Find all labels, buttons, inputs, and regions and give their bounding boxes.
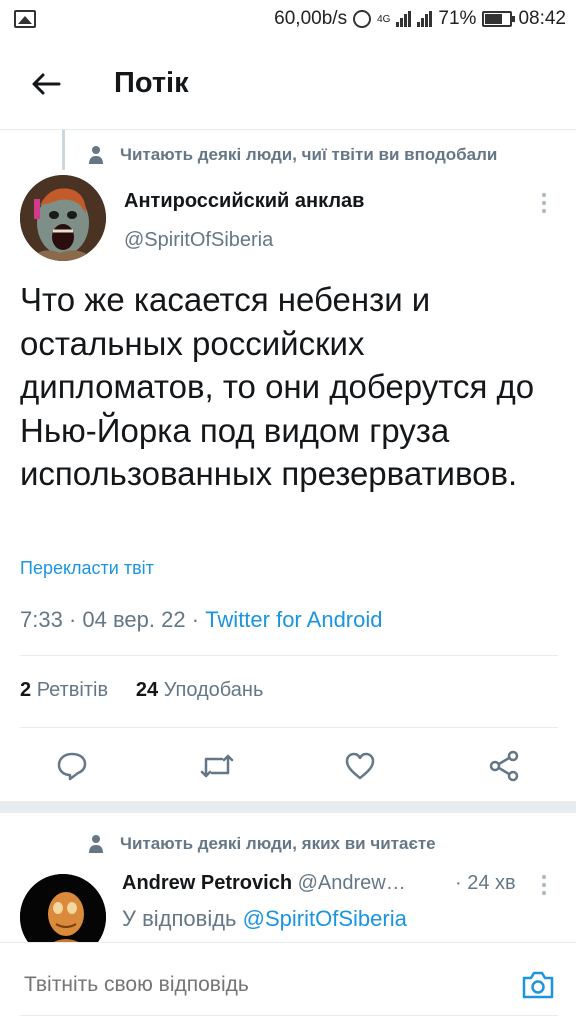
- section-separator: [0, 801, 576, 813]
- reply-context: Читають деякі люди, яких ви читаєте: [88, 834, 436, 854]
- status-bar: 60,00b/s 4G 71% 08:42: [0, 0, 576, 38]
- tweet-time: 7:33: [20, 607, 63, 632]
- alarm-icon: [353, 10, 372, 28]
- signal-icon-sim2: [417, 11, 433, 27]
- like-button[interactable]: [336, 742, 384, 790]
- tweet-source-link[interactable]: Twitter for Android: [205, 607, 382, 632]
- page-title: Потік: [114, 67, 189, 99]
- reply-icon: [57, 752, 87, 781]
- tweet-stats: 2 Ретвітів 24 Уподобань: [20, 679, 263, 702]
- tweet-meta: 7:33 · 04 вер. 22 · Twitter for Android: [20, 607, 383, 633]
- tweet-actions: [0, 742, 576, 790]
- retweets-stat[interactable]: 2 Ретвітів: [20, 679, 108, 701]
- reply-prefix: У відповідь: [122, 906, 237, 931]
- battery-percent: 71%: [438, 8, 477, 29]
- reply-mention-link[interactable]: @SpiritOfSiberia: [243, 906, 407, 931]
- camera-icon: [522, 971, 554, 999]
- battery-icon: [482, 11, 516, 27]
- translate-tweet-link[interactable]: Перекласти твіт: [20, 558, 154, 579]
- compose-underline: [20, 1015, 558, 1016]
- network-type: 4G: [377, 13, 391, 25]
- more-options-icon[interactable]: [530, 872, 558, 898]
- reply-input[interactable]: [24, 973, 484, 997]
- heart-icon: [345, 752, 375, 780]
- author-name[interactable]: Антироссийский анклав: [124, 190, 364, 213]
- arrow-left-icon: [32, 73, 61, 94]
- person-icon: [89, 146, 103, 164]
- tweet-date: 04 вер. 22: [82, 607, 186, 632]
- compose-bar: [0, 942, 576, 1024]
- app-header: Потік: [0, 38, 576, 130]
- share-icon: [489, 750, 519, 782]
- thread-line: [62, 130, 65, 170]
- likes-stat[interactable]: 24 Уподобань: [136, 679, 264, 701]
- divider: [20, 727, 558, 728]
- avatar[interactable]: [20, 175, 106, 261]
- person-icon: [89, 835, 103, 853]
- retweet-icon: [200, 754, 234, 778]
- context-text: Читають деякі люди, чиї твіти ви вподоба…: [120, 145, 498, 164]
- avatar-image: [20, 175, 106, 261]
- reply-author-handle[interactable]: @Andrew…: [298, 872, 406, 894]
- camera-button[interactable]: [518, 967, 558, 1003]
- signal-icon: [396, 11, 412, 27]
- retweet-button[interactable]: [193, 742, 241, 790]
- context-text: Читають деякі люди, яких ви читаєте: [120, 834, 436, 853]
- meta-separator: ·: [68, 607, 83, 632]
- net-speed: 60,00b/s: [274, 8, 348, 29]
- retweets-count: 2: [20, 679, 32, 701]
- reply-button[interactable]: [48, 742, 96, 790]
- reply-header: Andrew Petrovich @Andrew…: [122, 872, 406, 895]
- tweet-context: Читають деякі люди, чиї твіти ви вподоба…: [88, 145, 497, 165]
- image-notification-icon: [14, 10, 36, 28]
- back-button[interactable]: [16, 54, 76, 114]
- meta-separator: ·: [191, 607, 206, 632]
- share-button[interactable]: [480, 742, 528, 790]
- reply-author-name[interactable]: Andrew Petrovich: [122, 872, 292, 894]
- author-handle[interactable]: @SpiritOfSiberia: [124, 229, 273, 252]
- likes-label: Уподобань: [163, 679, 264, 701]
- tweet-text: Что же касается небензи и остальных росс…: [20, 281, 535, 492]
- divider: [20, 655, 558, 656]
- reply-time-value: 24 хв: [467, 872, 516, 894]
- reply-to-line: У відповідь @SpiritOfSiberia: [122, 906, 407, 932]
- reply-time: · 24 хв: [455, 872, 516, 894]
- more-options-icon[interactable]: [530, 188, 558, 218]
- status-time: 08:42: [518, 8, 566, 29]
- likes-count: 24: [135, 679, 159, 701]
- retweets-label: Ретвітів: [36, 679, 109, 701]
